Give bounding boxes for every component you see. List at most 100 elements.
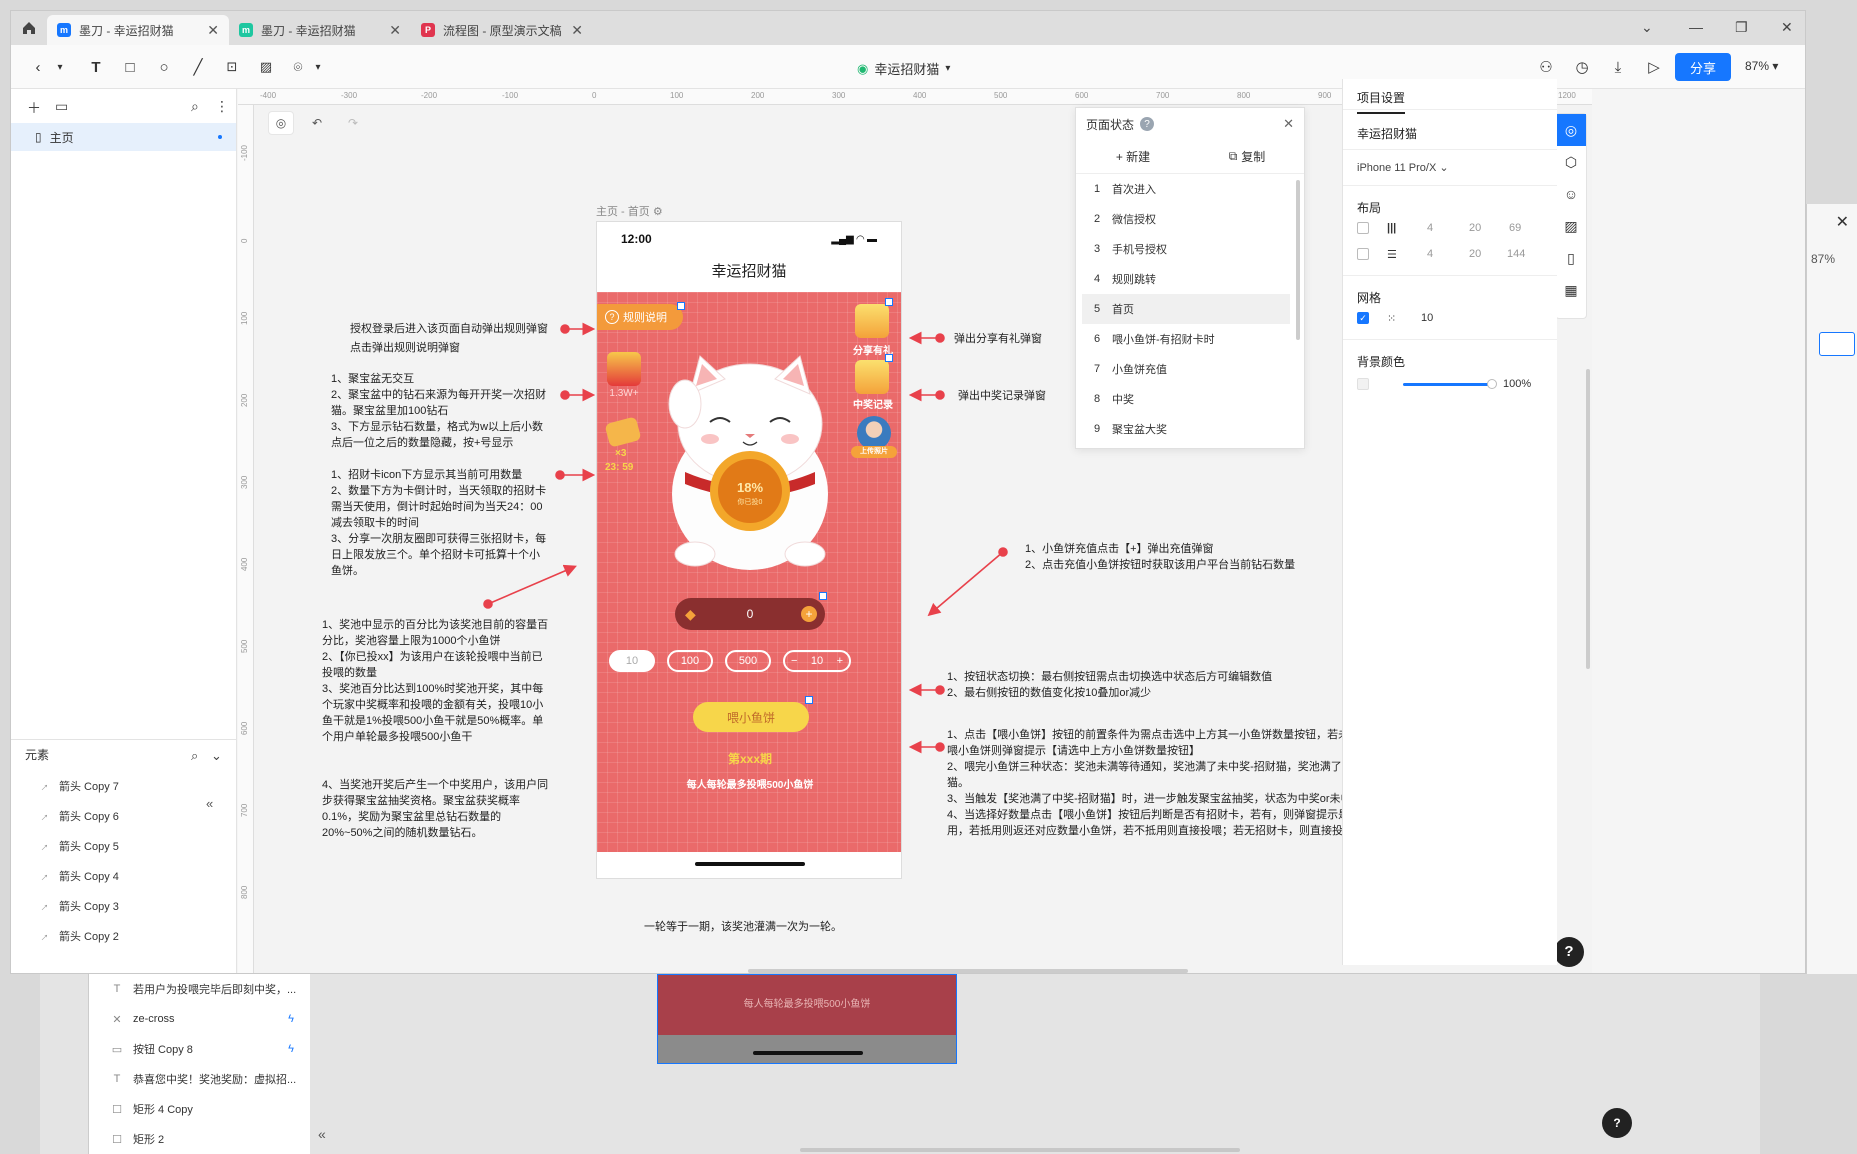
home-button[interactable]	[11, 11, 47, 45]
caret-down-icon[interactable]: ▾	[49, 56, 71, 78]
artboard-label[interactable]: 主页 - 首页 ⚙	[596, 203, 663, 219]
collapse-icon[interactable]: «	[206, 796, 213, 811]
state-item[interactable]: 8 中奖	[1082, 384, 1290, 414]
layout-value[interactable]: 20	[1469, 222, 1481, 234]
element-item[interactable]: → 箭头 Copy 3	[11, 891, 236, 921]
slider-handle[interactable]	[1487, 379, 1497, 389]
amount-button-500[interactable]: 500	[725, 650, 771, 672]
background-color-row[interactable]: 100%	[1357, 375, 1547, 395]
state-item[interactable]: 9 聚宝盆大奖	[1082, 414, 1290, 444]
phone-artboard[interactable]: 12:00 ▂▄▆ ◠ ▬ 幸运招财猫 ? 规则说明 1.3W+ ×3 23: …	[596, 221, 902, 879]
amount-button-100[interactable]: 100	[667, 650, 713, 672]
close-tab-icon[interactable]: ✕	[207, 22, 219, 39]
caret-down-icon[interactable]: ▾	[307, 56, 329, 78]
rule-button[interactable]: ? 规则说明	[597, 304, 683, 330]
grid-value[interactable]: 10	[1421, 312, 1433, 324]
rows-checkbox[interactable]	[1357, 248, 1369, 260]
layer-item[interactable]: ☐ 矩形 4 Copy	[89, 1094, 310, 1124]
help-button[interactable]: ?	[1602, 1108, 1632, 1138]
layout-value[interactable]: 69	[1509, 222, 1521, 234]
line-tool-icon[interactable]: ╱	[187, 56, 209, 78]
grid-checkbox[interactable]: ✓	[1357, 312, 1369, 324]
amount-button-10[interactable]: 10	[609, 650, 655, 672]
element-item[interactable]: → 箭头 Copy 7	[11, 771, 236, 801]
tab-project-settings[interactable]: 项目设置	[1357, 89, 1406, 114]
element-item[interactable]: → 箭头 Copy 6	[11, 801, 236, 831]
columns-checkbox[interactable]	[1357, 222, 1369, 234]
horizontal-scrollbar[interactable]	[800, 1148, 1240, 1152]
chevron-down-icon[interactable]: ⌄	[1641, 19, 1653, 36]
text-tool-icon[interactable]: T	[85, 56, 107, 78]
close-icon[interactable]: ✕	[1836, 212, 1849, 232]
more-icon[interactable]: ⋮	[215, 98, 229, 115]
page-item-home[interactable]: ▯ 主页	[11, 123, 236, 151]
device-select[interactable]: iPhone 11 Pro/X ⌄	[1357, 161, 1449, 174]
layer-item[interactable]: ✕ ze-cross ϟ	[89, 1004, 310, 1034]
target-icon[interactable]: ◎	[1556, 114, 1586, 146]
restore-icon[interactable]: ❐	[1735, 19, 1748, 36]
background-toggle-button[interactable]	[1819, 332, 1855, 356]
layout-value[interactable]: 144	[1507, 248, 1525, 260]
stepper-plus-button[interactable]: +	[837, 655, 843, 667]
close-icon[interactable]: ✕	[1283, 116, 1294, 132]
tab-flowchart[interactable]: P 流程图 - 原型演示文稿 ✕	[411, 15, 593, 45]
opacity-value[interactable]: 100%	[1503, 378, 1531, 390]
layout-columns-row[interactable]: ||| 4 20 69	[1357, 219, 1547, 239]
layer-item[interactable]: T 若用户为投喂完毕后即刻中奖，...	[89, 974, 310, 1004]
horizontal-scrollbar[interactable]	[748, 969, 1188, 973]
avatar[interactable]	[857, 416, 891, 450]
state-item-selected[interactable]: 5 首页	[1082, 294, 1290, 324]
search-icon[interactable]: ⌕	[191, 98, 199, 115]
element-item[interactable]: → 箭头 Copy 5	[11, 831, 236, 861]
state-item[interactable]: 7 小鱼饼充值	[1082, 354, 1290, 384]
element-item[interactable]: → 箭头 Copy 4	[11, 861, 236, 891]
feed-fish-button[interactable]: 喂小鱼饼	[693, 702, 809, 732]
layer-item[interactable]: ☐ 矩形 2	[89, 1124, 310, 1154]
states-scrollbar[interactable]	[1296, 180, 1300, 340]
cube-icon[interactable]: ⬡	[1556, 146, 1586, 178]
recharge-plus-icon[interactable]: +	[801, 606, 817, 622]
copy-state-button[interactable]: ⧉ 复制	[1190, 140, 1304, 173]
grid-row[interactable]: ✓ ⁙ 10	[1357, 309, 1547, 329]
collapse-icon[interactable]: «	[318, 1126, 326, 1142]
state-item[interactable]: 2 微信授权	[1082, 204, 1290, 234]
rectangle-tool-icon[interactable]: □	[119, 56, 141, 78]
state-item[interactable]: 1 首次进入	[1082, 174, 1290, 204]
state-item[interactable]: 6 喂小鱼饼-有招财卡时	[1082, 324, 1290, 354]
add-user-icon[interactable]: ⚇	[1535, 56, 1557, 78]
add-icon[interactable]: ＋	[27, 98, 41, 118]
new-state-button[interactable]: + 新建	[1076, 140, 1190, 173]
layout-icon[interactable]: ▦	[1556, 274, 1586, 306]
color-swatch[interactable]	[1357, 378, 1369, 390]
location-tool-icon[interactable]: ⌾	[287, 56, 309, 78]
file-icon[interactable]: ▯	[1556, 242, 1586, 274]
record-icon[interactable]	[855, 360, 889, 394]
minimize-icon[interactable]: —	[1689, 19, 1703, 35]
state-item[interactable]: 3 手机号授权	[1082, 234, 1290, 264]
ellipse-tool-icon[interactable]: ○	[153, 56, 175, 78]
image-tool-icon[interactable]: ▨	[255, 56, 277, 78]
background-phone-frame[interactable]: 每人每轮最多投喂500小鱼饼	[657, 974, 957, 1064]
close-window-icon[interactable]: ✕	[1781, 19, 1793, 36]
smile-icon[interactable]: ☺	[1556, 178, 1586, 210]
layout-value[interactable]: 20	[1469, 248, 1481, 260]
state-item[interactable]: 4 规则跳转	[1082, 264, 1290, 294]
opacity-slider[interactable]	[1403, 383, 1491, 386]
layout-rows-row[interactable]: ☰ 4 20 144	[1357, 245, 1547, 265]
vertical-scrollbar[interactable]	[1586, 369, 1590, 669]
close-tab-icon[interactable]: ✕	[389, 22, 401, 39]
download-icon[interactable]: ⤓	[1607, 56, 1629, 78]
gift-icon[interactable]	[855, 304, 889, 338]
search-icon[interactable]: ⌕	[191, 748, 198, 764]
document-title[interactable]: ◉ 幸运招财猫 ▾	[857, 59, 950, 78]
amount-stepper[interactable]: − 10 +	[783, 650, 851, 672]
component-tool-icon[interactable]: ⊡	[221, 56, 243, 78]
chevron-down-icon[interactable]: ⌄	[211, 748, 222, 764]
folder-icon[interactable]: ▭	[55, 98, 68, 115]
tab-moda-2[interactable]: m 墨刀 - 幸运招财猫 ✕	[229, 15, 411, 45]
element-item[interactable]: → 箭头 Copy 2	[11, 921, 236, 951]
layout-value[interactable]: 4	[1427, 222, 1433, 234]
play-icon[interactable]: ▷	[1643, 56, 1665, 78]
help-button[interactable]: ?	[1554, 937, 1584, 967]
zoom-select[interactable]: 87% ▾	[1745, 59, 1778, 73]
